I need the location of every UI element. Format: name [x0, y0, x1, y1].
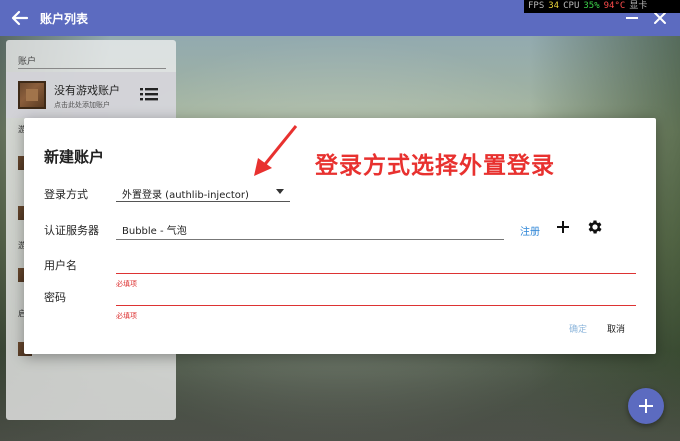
auth-server-select[interactable]: Bubble - 气泡: [116, 216, 504, 240]
chevron-down-icon: [276, 189, 284, 194]
login-method-select[interactable]: 外置登录 (authlib-injector): [116, 180, 290, 202]
cpu-label: CPU: [563, 1, 580, 11]
username-label: 用户名: [44, 259, 77, 272]
performance-overlay: FPS 34 CPU 35% 94°C 显卡: [524, 0, 680, 13]
gear-icon[interactable]: [586, 218, 604, 236]
fps-label: FPS: [528, 1, 545, 11]
add-icon: [639, 399, 653, 413]
temperature-value: 94°C: [603, 1, 626, 11]
account-list-item[interactable]: 没有游戏账户 点击此处添加账户: [6, 72, 176, 118]
annotation-text: 登录方式选择外置登录: [315, 153, 555, 179]
cancel-button[interactable]: 取消: [607, 322, 625, 335]
menu-icon[interactable]: [140, 86, 158, 102]
add-account-fab[interactable]: [628, 388, 664, 424]
gpu-label: 显卡: [629, 1, 648, 11]
add-icon[interactable]: [556, 220, 570, 234]
register-link[interactable]: 注册: [520, 223, 540, 238]
username-field[interactable]: [116, 252, 636, 274]
sidebar-divider: [18, 68, 166, 69]
password-error: 必填项: [116, 312, 137, 320]
window-title: 账户列表: [40, 12, 89, 26]
login-method-label: 登录方式: [44, 188, 88, 201]
back-arrow-icon[interactable]: [10, 8, 30, 28]
account-hint: 点击此处添加账户: [54, 101, 110, 109]
password-field[interactable]: [116, 284, 636, 306]
account-name: 没有游戏账户: [54, 84, 120, 97]
new-account-dialog: 新建账户 登录方式选择外置登录 登录方式 外置登录 (authlib-injec…: [24, 118, 656, 354]
password-label: 密码: [44, 291, 66, 304]
auth-server-label: 认证服务器: [44, 224, 99, 237]
confirm-button[interactable]: 确定: [569, 322, 587, 335]
auth-server-value: Bubble - 气泡: [122, 226, 187, 237]
fps-value: 34: [548, 1, 560, 11]
sidebar-section-label: 账户: [18, 57, 37, 67]
avatar: [18, 81, 46, 109]
annotation-arrow-icon: [254, 125, 298, 176]
login-method-value: 外置登录 (authlib-injector): [122, 190, 249, 201]
cpu-value: 35%: [583, 1, 600, 11]
dialog-title: 新建账户: [44, 148, 105, 166]
